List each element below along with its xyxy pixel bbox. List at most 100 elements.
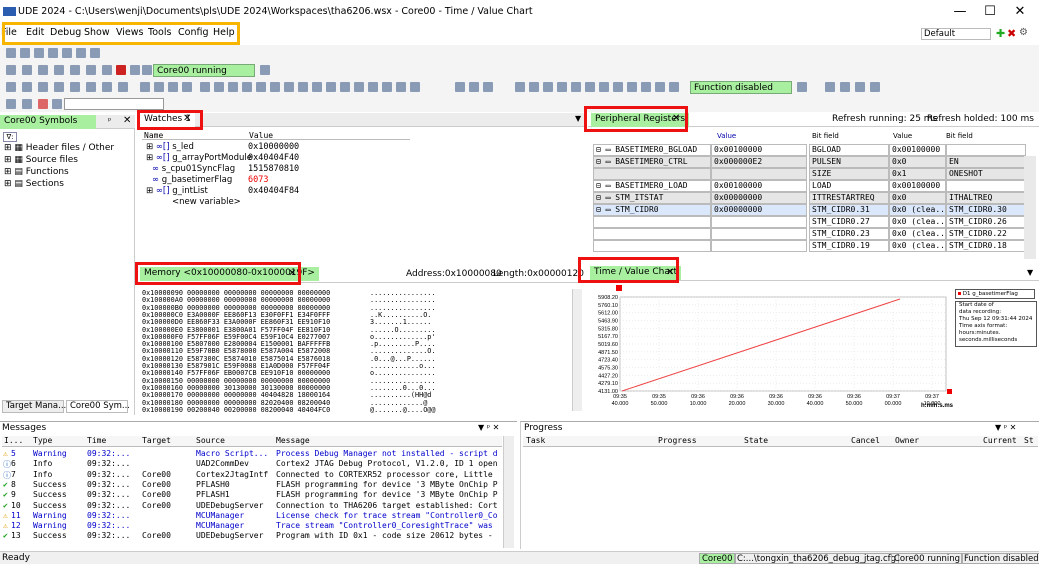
register-name-cell[interactable] bbox=[593, 240, 711, 252]
timechart-pane: Time / Value Chart ✕ ▼ 5908.20 5760.10 561… bbox=[588, 265, 1039, 415]
register-value-cell[interactable]: 0x0 (clea... bbox=[889, 240, 946, 252]
register-value-cell[interactable]: 0x1 bbox=[889, 168, 946, 180]
settings-icon[interactable]: ⚙ bbox=[1019, 27, 1028, 38]
register-value-cell[interactable] bbox=[946, 180, 1026, 192]
register-value-cell[interactable]: 0x0 bbox=[889, 156, 946, 168]
register-value-cell[interactable]: STM_CIDR0.18 bbox=[946, 240, 1026, 252]
chart-y-tick: 4871.50 bbox=[598, 350, 618, 356]
register-value-cell[interactable]: ITHALTREQ bbox=[946, 192, 1026, 204]
message-row[interactable]: ⚠ 12 Warning 09:32:... MCUManager Trace strea… bbox=[2, 521, 502, 531]
register-name-cell[interactable]: ⊟ ▭ STM_ITSTAT bbox=[593, 192, 711, 204]
register-value-cell[interactable]: 0x00000000 bbox=[711, 192, 807, 204]
register-value-cell[interactable]: EN bbox=[946, 156, 1026, 168]
register-value-cell[interactable]: ONESHOT bbox=[946, 168, 1026, 180]
chart-marker-top[interactable] bbox=[616, 285, 622, 291]
success-icon: ✔ bbox=[3, 500, 8, 510]
register-value-cell[interactable]: ITTRESTARTREQ bbox=[809, 192, 889, 204]
memory-row[interactable]: 0x10000190 00200040 00200000 08200040 40… bbox=[142, 406, 330, 414]
watch-row[interactable]: ⊞ ∞[] g_intList 0x40404F84 bbox=[146, 186, 299, 197]
timechart-menu-icon[interactable]: ▼ bbox=[1027, 268, 1033, 277]
register-value-cell[interactable] bbox=[711, 228, 807, 240]
message-row[interactable]: ⓘ 6 Info 09:32:... UAD2CommDev Cortex2 JTAG D… bbox=[2, 459, 502, 469]
pin-icon[interactable]: ᵖ bbox=[108, 116, 111, 125]
message-row[interactable]: ✔ 13 Success 09:32:... Core00 UDEDebugServer P… bbox=[2, 531, 502, 541]
register-value-cell[interactable]: 0x00000000 bbox=[711, 204, 807, 216]
watch-row[interactable]: ∞ g_basetimerFlag 6073 bbox=[152, 175, 268, 186]
highlight-timechart bbox=[578, 257, 679, 283]
register-value-cell[interactable] bbox=[711, 168, 807, 180]
messages-pane: Messages ▼ ᵖ ✕ I... Type Time Target Sou… bbox=[0, 421, 517, 549]
reg-scrollbar[interactable] bbox=[1024, 156, 1036, 259]
register-name-cell[interactable] bbox=[593, 216, 711, 228]
register-value-cell[interactable]: LOAD bbox=[809, 180, 889, 192]
register-value-cell[interactable]: 0x00100000 bbox=[711, 144, 807, 156]
chart-marker-right[interactable] bbox=[947, 389, 952, 394]
register-name-cell[interactable] bbox=[593, 228, 711, 240]
tree-item-header-files[interactable]: ⊞ ▦ Header files / Other bbox=[4, 143, 114, 153]
watches-menu-icon[interactable]: ▼ bbox=[575, 114, 581, 123]
register-value-cell[interactable]: STM_CIDR0.26 bbox=[946, 216, 1026, 228]
messages-menu-icon[interactable]: ▼ ᵖ ✕ bbox=[478, 423, 499, 432]
memory-address[interactable]: Address:0x10000080 bbox=[406, 269, 502, 279]
register-value-cell[interactable] bbox=[711, 240, 807, 252]
toolbar-combo[interactable] bbox=[64, 98, 164, 110]
register-value-cell[interactable]: STM_CIDR0.30 bbox=[946, 204, 1026, 216]
register-value-cell[interactable]: 0x0 (clea... bbox=[889, 216, 946, 228]
memory-length[interactable]: Length:0x00000120 bbox=[493, 269, 584, 279]
message-row[interactable]: ✔ 9 Success 09:32:... Core00 PFLASH1 FLASH pro… bbox=[2, 490, 502, 500]
new-variable-row[interactable]: <new variable> bbox=[172, 197, 241, 208]
tab-core00-symbols[interactable]: Core00 Sym... bbox=[66, 400, 130, 413]
watch-row[interactable]: ⊞ ∞[] g_arrayPortModule 0x40404F40 bbox=[146, 153, 299, 164]
chart-x-tick: 40.000 bbox=[612, 401, 629, 407]
register-value-cell[interactable]: SIZE bbox=[809, 168, 889, 180]
register-value-cell[interactable]: STM_CIDR0.22 bbox=[946, 228, 1026, 240]
register-value-cell[interactable] bbox=[946, 144, 1026, 156]
register-value-cell[interactable]: STM_CIDR0.19 bbox=[809, 240, 889, 252]
close-button[interactable]: ✕ bbox=[1002, 2, 1038, 22]
tree-item-functions[interactable]: ⊞ ▤ Functions bbox=[4, 167, 69, 177]
layout-select[interactable]: Default bbox=[921, 28, 991, 40]
register-value-cell[interactable]: 0x00100000 bbox=[711, 180, 807, 192]
filter-icon[interactable]: ∇: bbox=[3, 132, 17, 142]
warning-icon: ⚠ bbox=[3, 510, 8, 520]
register-name-cell[interactable] bbox=[593, 168, 711, 180]
tab-target-manager[interactable]: Target Mana... bbox=[2, 400, 66, 413]
status-function: Function disabled bbox=[961, 553, 1039, 564]
register-value-cell[interactable]: STM_CIDR0.23 bbox=[809, 228, 889, 240]
watch-row[interactable]: ⊞ ∞[] s_led 0x10000000 bbox=[146, 142, 299, 153]
message-row[interactable]: ✔ 10 Success 09:32:... Core00 UDEDebugServer C… bbox=[2, 501, 502, 511]
message-source: Macro Script... bbox=[196, 449, 269, 458]
register-value-cell[interactable]: PULSEN bbox=[809, 156, 889, 168]
register-name-cell[interactable]: ⊟ ▭ BASETIMER0_BGLOAD bbox=[593, 144, 711, 156]
register-name-cell[interactable]: ⊟ ▭ STM_CIDR0 bbox=[593, 204, 711, 216]
register-name-cell[interactable]: ⊟ ▭ BASETIMER0_LOAD bbox=[593, 180, 711, 192]
register-value-cell[interactable]: BGLOAD bbox=[809, 144, 889, 156]
message-time: 09:32:... bbox=[87, 449, 131, 458]
register-value-cell[interactable]: STM_CIDR0.31 bbox=[809, 204, 889, 216]
memory-scrollbar[interactable] bbox=[572, 289, 582, 411]
register-value-cell[interactable]: 0x00100000 bbox=[889, 180, 946, 192]
register-value-cell[interactable]: 0x0 bbox=[889, 192, 946, 204]
symbols-tab[interactable]: Core00 Symbols bbox=[0, 115, 96, 129]
register-value-cell[interactable]: 0x00100000 bbox=[889, 144, 946, 156]
message-row[interactable]: ⚠ 5 Warning 09:32:... Macro Script... Process… bbox=[2, 449, 502, 459]
register-name-cell[interactable]: ⊟ ▭ BASETIMER0_CTRL bbox=[593, 156, 711, 168]
close-icon[interactable]: ✕ bbox=[123, 115, 131, 126]
register-value-cell[interactable] bbox=[711, 216, 807, 228]
add-icon[interactable]: ✚ bbox=[996, 27, 1005, 40]
progress-menu-icon[interactable]: ▼ ᵖ ✕ bbox=[995, 423, 1016, 432]
watch-row[interactable]: ∞ s_cpu01SyncFlag 1515870810 bbox=[152, 164, 299, 175]
register-value-cell[interactable]: 0x000000E2 bbox=[711, 156, 807, 168]
message-row[interactable]: ⓘ 7 Info 09:32:... Core00 Cortex2JtagIntf Conn… bbox=[2, 470, 502, 480]
tree-item-source-files[interactable]: ⊞ ▦ Source files bbox=[4, 155, 78, 165]
message-row[interactable]: ✔ 8 Success 09:32:... Core00 PFLASH0 FLASH pro… bbox=[2, 480, 502, 490]
register-value-cell[interactable]: 0x0 (clea... bbox=[889, 228, 946, 240]
register-value-cell[interactable]: 0x0 (clea... bbox=[889, 204, 946, 216]
message-row[interactable]: ⚠ 11 Warning 09:32:... MCUManager License che… bbox=[2, 511, 502, 521]
tree-item-sections[interactable]: ⊞ ▤ Sections bbox=[4, 179, 64, 189]
messages-scrollbar[interactable] bbox=[503, 436, 514, 548]
memory-ascii: @.......@....O@@ bbox=[370, 405, 436, 414]
register-value-cell[interactable]: STM_CIDR0.27 bbox=[809, 216, 889, 228]
message-id: 12 bbox=[11, 521, 21, 531]
remove-icon[interactable]: ✖ bbox=[1007, 27, 1016, 40]
